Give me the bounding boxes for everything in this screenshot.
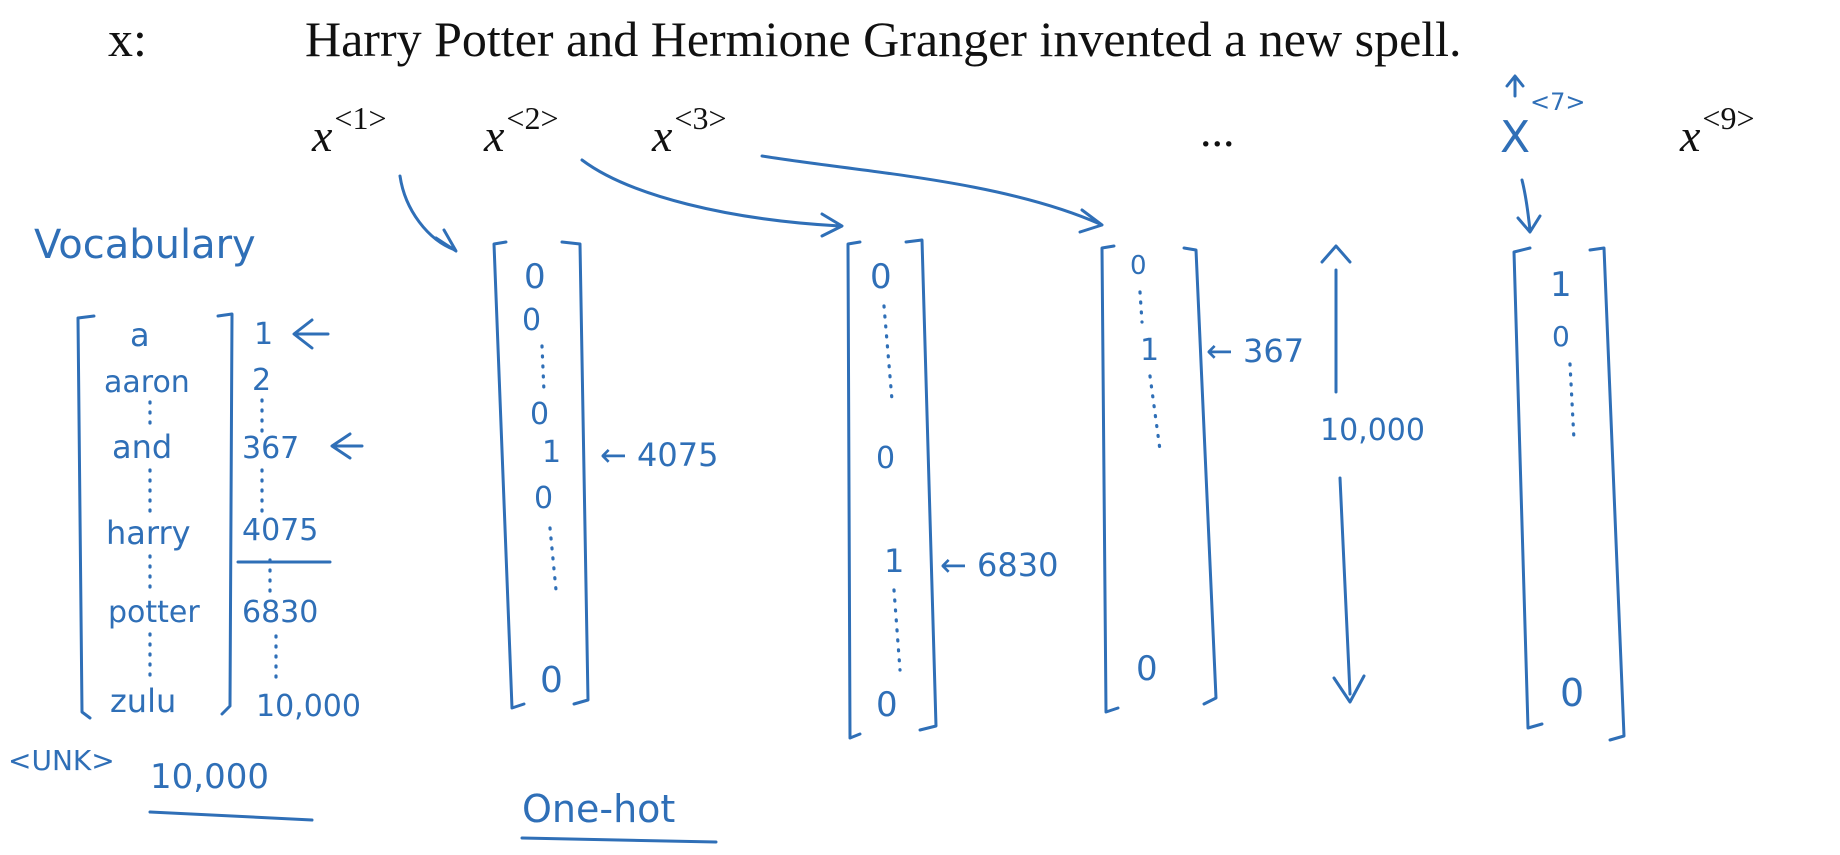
vocab-index-1: 1 bbox=[254, 317, 273, 352]
arrow-index-367 bbox=[330, 432, 364, 460]
vocab-bracket-left bbox=[76, 314, 96, 720]
vocabulary-title: Vocabulary bbox=[34, 222, 256, 268]
unk-token: <UNK> bbox=[8, 744, 115, 777]
vector-2-bracket-left bbox=[846, 240, 862, 740]
vocab-index-2: 2 bbox=[252, 363, 271, 398]
vocab-word-and: and bbox=[112, 428, 172, 466]
vector-2-annotation: ← 6830 bbox=[940, 546, 1058, 584]
underline-one-hot bbox=[520, 836, 718, 844]
vocab-word-aaron: aaron bbox=[104, 365, 190, 400]
vector-3-entry: 0 bbox=[1136, 649, 1158, 689]
one-hot-vector-1: 0 0 0 1 0 0 ← 4075 bbox=[492, 240, 718, 710]
vocab-word-a: a bbox=[130, 316, 150, 354]
vocab-size: 10,000 bbox=[150, 757, 269, 797]
dimension-arrow-up bbox=[1320, 244, 1352, 394]
vector-1-entry: 1 bbox=[542, 435, 561, 470]
one-hot-caption: One-hot bbox=[522, 787, 675, 831]
vector-3-bracket-left bbox=[1100, 244, 1120, 714]
vector-1-entry: 0 bbox=[540, 660, 563, 701]
token-x7: X <7> bbox=[1500, 88, 1586, 163]
vector-1-bracket-right bbox=[560, 240, 590, 706]
vocab-indices: 1 2 367 4075 6830 10,000 bbox=[242, 317, 361, 724]
vector-4-entry: 0 bbox=[1560, 671, 1584, 715]
vector-1-entry: 0 bbox=[522, 303, 541, 338]
vector-1-annotation: ← 4075 bbox=[600, 436, 718, 474]
token-x7-index: <7> bbox=[1530, 88, 1586, 116]
vector-4-dots bbox=[1568, 362, 1576, 442]
underline-vocab-size bbox=[148, 810, 314, 822]
arrow-x1-to-vector bbox=[398, 174, 458, 253]
vector-2-entry: 0 bbox=[876, 441, 895, 476]
token-x7-base: X bbox=[1500, 112, 1530, 163]
vocab-bracket-right bbox=[216, 312, 234, 716]
vector-1-entry: 0 bbox=[530, 397, 549, 432]
vector-3-bracket-right bbox=[1182, 246, 1218, 706]
dimension-indicator: 10,000 bbox=[1320, 244, 1425, 704]
vocab-index-10000: 10,000 bbox=[256, 689, 361, 724]
vector-4-entry: 0 bbox=[1552, 320, 1570, 353]
arrow-index-1 bbox=[292, 318, 330, 350]
vector-1-entry: 0 bbox=[524, 257, 546, 297]
vector-4-bracket-right bbox=[1588, 246, 1626, 742]
one-hot-vector-4: 1 0 0 bbox=[1512, 246, 1626, 742]
one-hot-vector-3: 0 1 0 ← 367 bbox=[1100, 244, 1304, 714]
vocab-index-367: 367 bbox=[242, 431, 299, 466]
vector-2-bracket-right bbox=[904, 238, 938, 732]
vocab-index-6830: 6830 bbox=[242, 595, 318, 630]
vector-3-annotation: ← 367 bbox=[1206, 332, 1304, 370]
vector-1-bracket-left bbox=[492, 240, 526, 710]
vector-2-entry: 0 bbox=[870, 257, 892, 297]
arrow-x3-to-vector bbox=[760, 154, 1104, 234]
vector-3-entry: 0 bbox=[1130, 251, 1147, 281]
up-arrow-icon bbox=[1505, 74, 1525, 98]
arrow-x7-to-vector bbox=[1516, 178, 1542, 234]
vocab-word-zulu: zulu bbox=[110, 682, 176, 720]
vector-4-entry: 1 bbox=[1550, 265, 1572, 305]
vector-3-dots bbox=[1138, 290, 1162, 452]
handwritten-annotations: X <7> Vocabulary a aaron and harry potte… bbox=[8, 74, 1626, 844]
dimension-size: 10,000 bbox=[1320, 413, 1425, 448]
vocab-word-harry: harry bbox=[106, 514, 191, 552]
vocab-words: a aaron and harry potter zulu bbox=[104, 316, 200, 720]
vector-2-entry: 1 bbox=[884, 542, 904, 580]
vector-1-entry: 0 bbox=[534, 481, 553, 516]
vector-2-dots bbox=[882, 304, 902, 672]
vector-3-entry: 1 bbox=[1140, 333, 1159, 368]
vector-4-bracket-left bbox=[1512, 246, 1544, 730]
arrow-x2-to-vector bbox=[580, 158, 844, 238]
vocab-index-4075: 4075 bbox=[242, 513, 318, 548]
one-hot-vector-2: 0 0 1 0 ← 6830 bbox=[846, 238, 1058, 740]
vocab-word-potter: potter bbox=[108, 595, 200, 630]
dimension-arrow-down bbox=[1332, 476, 1366, 704]
vector-2-entry: 0 bbox=[876, 685, 898, 725]
